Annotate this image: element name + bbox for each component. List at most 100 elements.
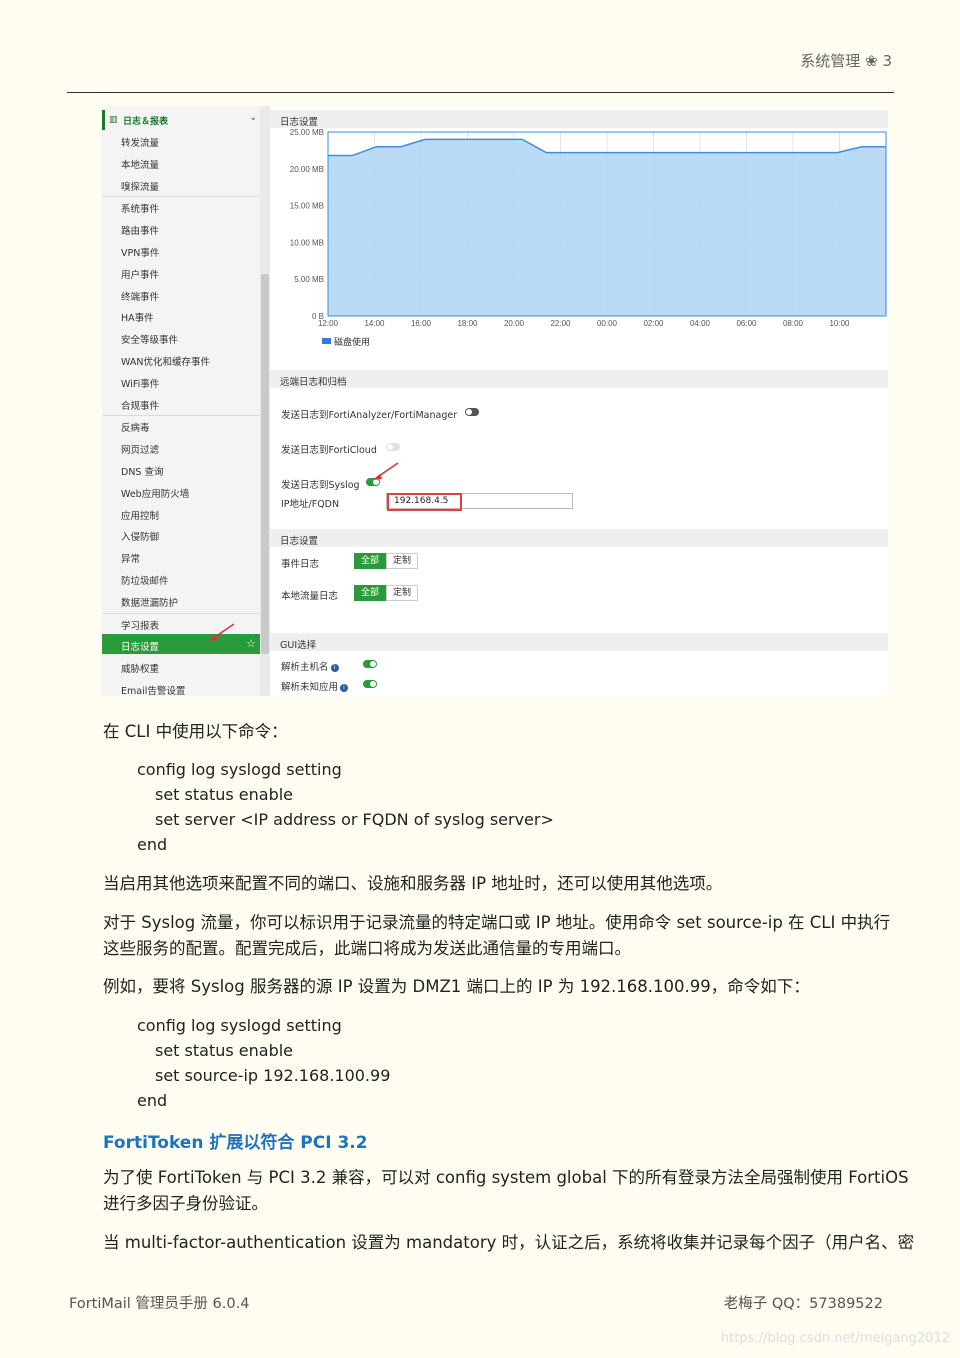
footer-right: 老梅子 QQ：57389522 (723, 1296, 883, 1312)
x-tick-label: 14:00 (364, 319, 385, 328)
info-icon: i (330, 663, 339, 672)
sidebar-item[interactable]: 用户事件 (102, 262, 260, 282)
x-tick-label: 12:00 (318, 319, 339, 328)
event-log-custom-button[interactable]: 定制 (386, 553, 418, 569)
paragraph-options: 当启用其他选项来配置不同的端口、设施和服务器 IP 地址时，还可以使用其他选项。 (103, 874, 723, 893)
sidebar-item[interactable]: 合规事件 (102, 393, 260, 413)
paragraph-example: 例如，要将 Syslog 服务器的源 IP 设置为 DMZ1 端口上的 IP 为… (103, 977, 810, 996)
sidebar-item[interactable]: 网页过滤 (102, 437, 260, 457)
sidebar-item[interactable]: VPN事件 (102, 240, 260, 260)
sidebar-item-label: 反病毒 (121, 423, 150, 435)
sidebar-item[interactable]: 系统事件 (102, 196, 260, 216)
sidebar-item-label: 威胁权重 (121, 664, 160, 676)
faz-label: 发送日志到FortiAnalyzer/FortiManager (281, 410, 458, 421)
x-tick-label: 06:00 (736, 319, 757, 328)
sidebar-item[interactable]: Web应用防火墙 (102, 481, 260, 501)
event-log-all-button[interactable]: 全部 (354, 553, 386, 569)
sidebar-item-label: 系统事件 (121, 204, 160, 216)
disk-usage-chart: 0 B5.00 MB10.00 MB15.00 MB20.00 MB25.00 … (290, 128, 887, 347)
chevron-down-icon: ⌄ (249, 113, 257, 123)
y-tick-label: 25.00 MB (290, 128, 324, 137)
forticloud-label: 发送日志到FortiCloud (281, 445, 377, 456)
sidebar-item-label: 本地流量 (121, 159, 160, 171)
sidebar-item[interactable]: 防垃圾邮件 (102, 568, 260, 588)
resolve-app-label: 解析未知应用 i (281, 679, 349, 693)
code-line: set status enable (155, 785, 294, 804)
sidebar-item-label: 学习报表 (121, 620, 160, 632)
y-tick-label: 20.00 MB (290, 165, 324, 174)
sidebar-item[interactable]: WiFi事件 (102, 371, 260, 391)
sidebar-item[interactable]: 学习报表 (102, 613, 260, 633)
sidebar-item[interactable]: Email告警设置 (102, 678, 260, 696)
paragraph-fortitoken-a: 为了使 FortiToken 与 PCI 3.2 兼容，可以对 config s… (103, 1168, 909, 1187)
sidebar-item[interactable]: 日志设置 ☆ (102, 623, 260, 655)
y-tick-label: 15.00 MB (290, 202, 324, 211)
ip-input[interactable]: 192.168.4.5 (386, 493, 573, 511)
x-tick-label: 10:00 (829, 319, 850, 328)
syslog-label: 发送日志到Syslog (281, 480, 360, 491)
ip-label: IP地址/FQDN (281, 499, 340, 510)
sidebar-item[interactable]: 异常 (102, 546, 260, 566)
sidebar-item[interactable]: 路由事件 (102, 218, 260, 238)
local-log-all-button[interactable]: 全部 (354, 585, 386, 601)
sidebar-scroll-thumb[interactable] (261, 274, 269, 654)
header-title: 系统管理 (800, 52, 861, 70)
resolve-host-toggle[interactable] (363, 660, 377, 668)
page-header: 系统管理 ❀ 3 (800, 50, 892, 71)
legend-swatch (322, 338, 331, 344)
legend-label: 磁盘使用 (334, 336, 370, 347)
x-tick-label: 18:00 (457, 319, 478, 328)
code-line: set status enable (155, 1041, 294, 1060)
sidebar-item[interactable]: 转发流量 (102, 130, 260, 150)
x-tick-label: 20:00 (504, 319, 525, 328)
star-icon[interactable]: ☆ (246, 637, 256, 650)
local-log-label: 本地流量日志 (281, 591, 339, 602)
section-gui: GUI选择 (270, 633, 888, 651)
sidebar-item-label: 异常 (121, 554, 141, 566)
sidebar-item[interactable]: 反病毒 (102, 415, 260, 435)
section-subtitle: FortiToken 扩展以符合 PCI 3.2 (103, 1133, 368, 1153)
sidebar-item-label: 合规事件 (121, 400, 160, 412)
sidebar-head-label: 日志＆报表 (123, 117, 169, 127)
sidebar-item[interactable]: 应用控制 (102, 503, 260, 523)
sidebar-item[interactable]: 终端事件 (102, 284, 260, 304)
sidebar-item[interactable]: 嗅探流量 (102, 174, 260, 194)
paragraph-syslog-b: 这些服务的配置。配置完成后，此端口将成为发送此通信量的专用端口。 (103, 939, 631, 958)
sidebar-item[interactable]: WAN优化和缓存事件 (102, 349, 260, 369)
x-tick-label: 04:00 (690, 319, 711, 328)
sidebar-item[interactable]: 本地流量 (102, 152, 260, 172)
sidebar: ▥ 日志＆报表 ⌄ 转发流量本地流量嗅探流量系统事件路由事件 VPN事件用户事件终… (102, 106, 260, 696)
sidebar-item-label: Web应用防火墙 (121, 488, 190, 500)
footer-left: FortiMail 管理员手册 6.0.4 (69, 1296, 250, 1312)
red-arrow-active (209, 623, 235, 642)
chart-icon: ▥ (109, 115, 118, 125)
sidebar-item-label: DNS 查询 (121, 467, 164, 478)
flower-icon: ❀ (865, 52, 878, 70)
sidebar-item[interactable]: HA事件 (102, 305, 260, 325)
paragraph-fortitoken-b: 进行多因子身份验证。 (103, 1194, 268, 1213)
sidebar-item-label: 入侵防御 (121, 532, 160, 544)
section-remote: 远端日志和归档 (270, 370, 888, 388)
section-settings: 日志设置 (270, 529, 888, 547)
sidebar-item-label: VPN事件 (121, 248, 160, 259)
x-tick-label: 00:00 (597, 319, 618, 328)
code-line: config log syslogd setting (137, 760, 342, 779)
sidebar-item[interactable]: 数据泄漏防护 (102, 590, 260, 610)
sidebar-item-label: 防垃圾邮件 (121, 576, 169, 587)
watermark: https://blog.csdn.net/meigang2012 (720, 1331, 950, 1346)
forticloud-toggle[interactable] (386, 443, 400, 451)
header-rule (67, 92, 894, 93)
faz-toggle[interactable] (465, 408, 479, 416)
sidebar-item[interactable]: 安全等级事件 (102, 327, 260, 347)
resolve-app-toggle[interactable] (363, 680, 377, 688)
sidebar-item[interactable]: 入侵防御 (102, 524, 260, 544)
sidebar-item-label: WAN优化和缓存事件 (121, 357, 210, 368)
local-log-custom-button[interactable]: 定制 (386, 585, 418, 601)
sidebar-item-label: 数据泄漏防护 (121, 597, 179, 609)
sidebar-item[interactable]: DNS 查询 (102, 459, 260, 479)
sidebar-item-label: 应用控制 (121, 510, 160, 522)
sidebar-item[interactable]: 威胁权重 (102, 656, 260, 676)
sidebar-item-label: 路由事件 (121, 226, 160, 238)
sidebar-head[interactable]: ▥ 日志＆报表 ⌄ (102, 110, 263, 130)
sidebar-item-label: Email告警设置 (121, 686, 186, 696)
